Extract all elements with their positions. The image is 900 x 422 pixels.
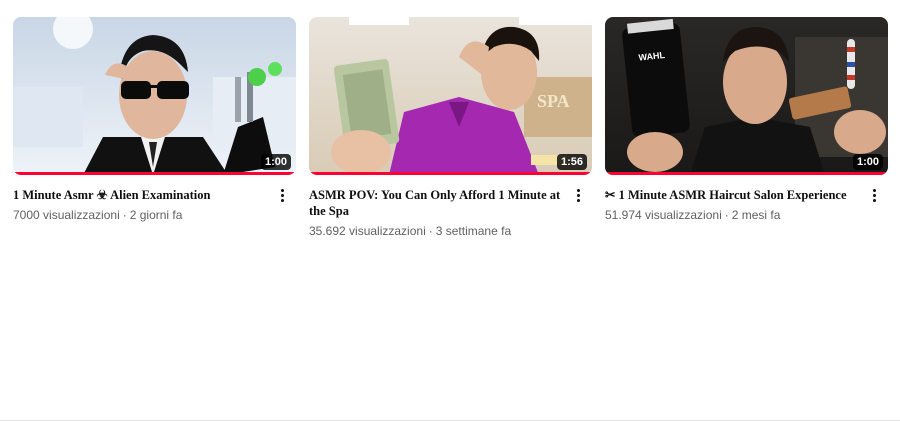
thumbnail-image: SPA	[309, 17, 592, 175]
video-meta: 1 Minute Asmr ☣ Alien Examination 7000 v…	[13, 175, 296, 223]
video-stats: 51.974 visualizzazioni · 2 mesi fa	[605, 208, 781, 222]
upload-age: 2 giorni fa	[129, 208, 183, 222]
video-thumbnail[interactable]: WAHL 1:00	[605, 17, 888, 175]
video-stats: 7000 visualizzazioni · 2 giorni fa	[13, 208, 183, 222]
video-thumbnail[interactable]: SPA 1:56	[309, 17, 592, 175]
thumbnail-sign-text: SPA	[537, 91, 570, 111]
view-count: 51.974 visualizzazioni	[605, 208, 722, 222]
more-vert-icon[interactable]	[866, 187, 882, 203]
more-vert-icon[interactable]	[570, 187, 586, 203]
upload-age: 3 settimane fa	[435, 224, 512, 238]
video-title[interactable]: ASMR POV: You Can Only Afford 1 Minute a…	[309, 187, 566, 219]
thumbnail-image	[13, 17, 296, 175]
video-title[interactable]: ✂ 1 Minute ASMR Haircut Salon Experience	[605, 187, 862, 203]
video-card: WAHL 1:00 ✂ 1 Minute ASMR Haircut Salon …	[605, 17, 888, 239]
video-title[interactable]: 1 Minute Asmr ☣ Alien Examination	[13, 187, 270, 203]
video-card: 1:00 1 Minute Asmr ☣ Alien Examination 7…	[13, 17, 296, 239]
video-meta: ✂ 1 Minute ASMR Haircut Salon Experience…	[605, 175, 888, 223]
more-vert-icon[interactable]	[274, 187, 290, 203]
video-duration: 1:00	[852, 154, 883, 170]
video-thumbnail[interactable]: 1:00	[13, 17, 296, 175]
video-stats: 35.692 visualizzazioni · 3 settimane fa	[309, 224, 512, 238]
video-meta: ASMR POV: You Can Only Afford 1 Minute a…	[309, 175, 592, 239]
view-count: 35.692 visualizzazioni	[309, 224, 426, 238]
video-grid: 1:00 1 Minute Asmr ☣ Alien Examination 7…	[13, 17, 888, 239]
upload-age: 2 mesi fa	[731, 208, 781, 222]
video-duration: 1:00	[260, 154, 291, 170]
video-duration: 1:56	[556, 154, 587, 170]
thumbnail-image: WAHL	[605, 17, 888, 175]
view-count: 7000 visualizzazioni	[13, 208, 120, 222]
divider	[0, 420, 900, 421]
video-card: SPA 1:56 ASMR POV: You Can Only Afford 1…	[309, 17, 592, 239]
